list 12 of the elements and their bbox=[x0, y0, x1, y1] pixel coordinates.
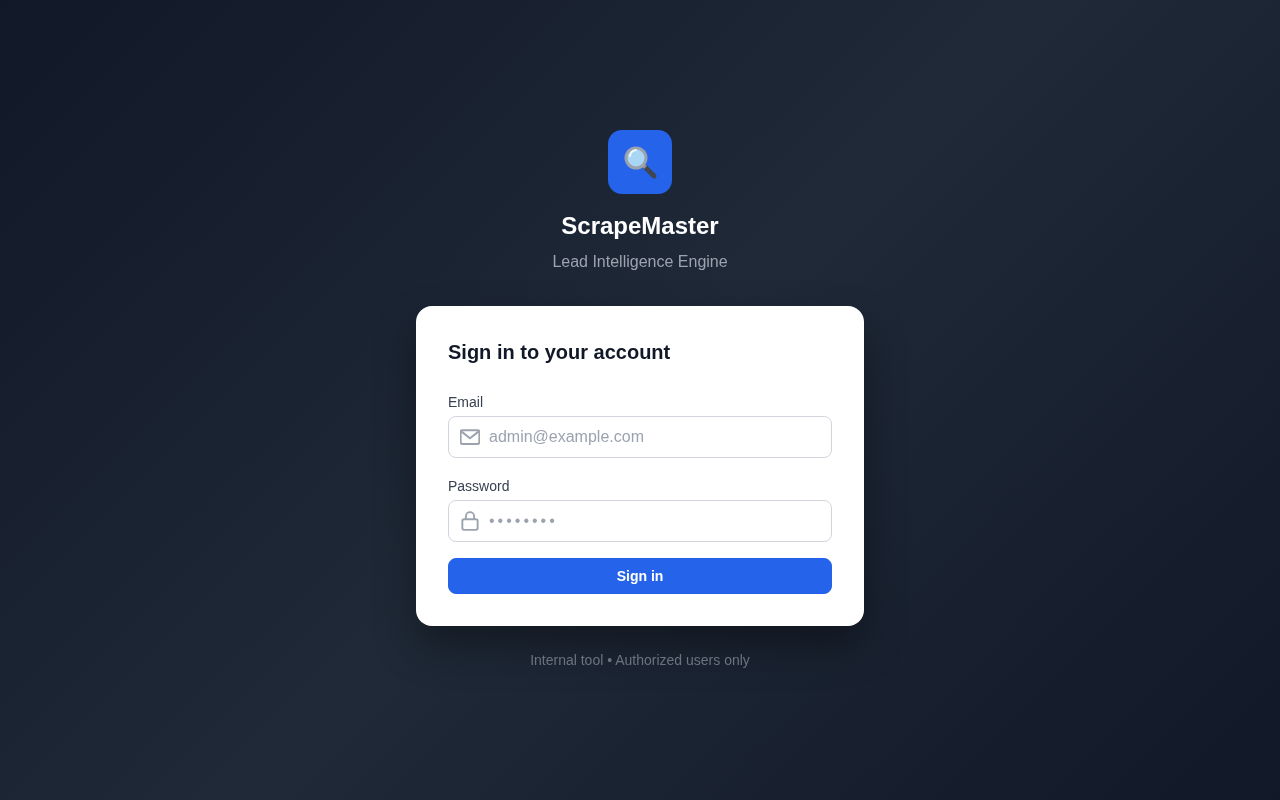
lock-icon bbox=[460, 511, 480, 531]
email-field[interactable]: admin@example.com bbox=[448, 416, 832, 458]
app-subtitle: Lead Intelligence Engine bbox=[552, 252, 728, 272]
field-label: Password bbox=[448, 477, 510, 496]
app-title: ScrapeMaster bbox=[561, 211, 719, 241]
card-heading: Sign in to your account bbox=[448, 340, 672, 365]
footer-note: Internal tool • Authorized users only bbox=[530, 651, 750, 670]
magnifying-glass-icon bbox=[608, 130, 672, 194]
password-field[interactable]: •••••••• bbox=[448, 500, 832, 542]
envelope-icon bbox=[460, 427, 480, 447]
sign-in-button[interactable]: Sign in bbox=[448, 558, 832, 594]
field-label: Email bbox=[448, 393, 483, 412]
